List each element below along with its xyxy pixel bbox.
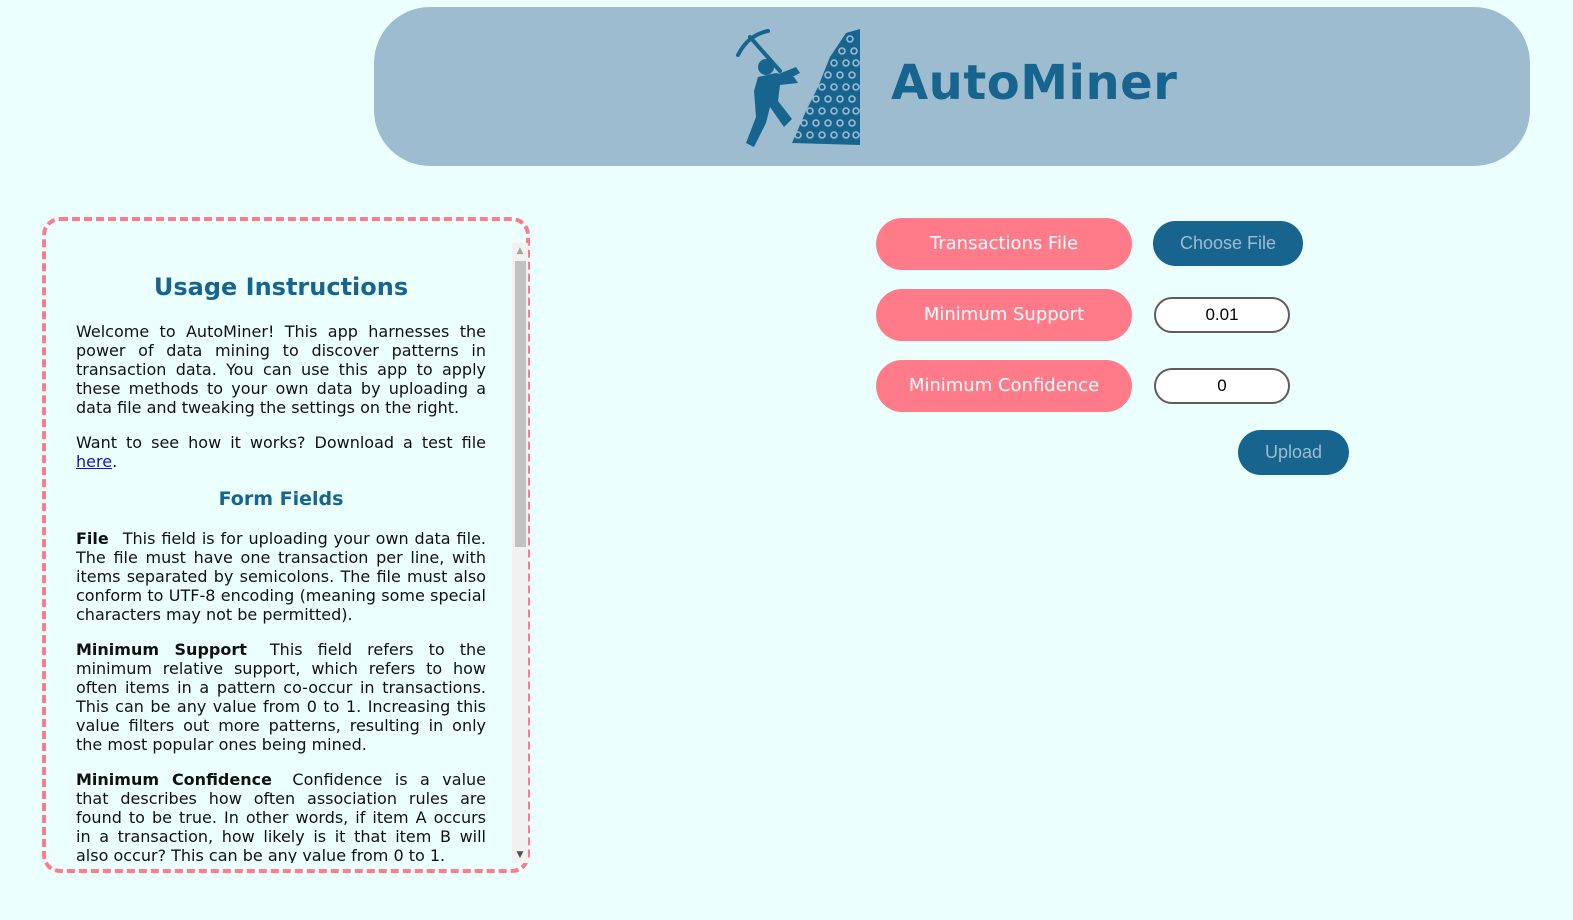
upload-button[interactable]: Upload (1238, 430, 1349, 475)
minimum-confidence-label: Minimum Confidence (876, 360, 1132, 412)
instructions-scrollbar[interactable]: ▲ ▼ (512, 243, 528, 863)
minimum-support-input[interactable] (1154, 297, 1290, 333)
test-file-paragraph: Want to see how it works? Download a tes… (76, 433, 486, 471)
field-text-file: This field is for uploading your own dat… (76, 529, 486, 624)
minimum-confidence-input[interactable] (1154, 368, 1290, 404)
field-name-min-support: Minimum Support (76, 640, 247, 659)
transactions-file-label: Transactions File (876, 218, 1132, 270)
test-file-text: Want to see how it works? Download a tes… (76, 433, 486, 452)
field-description-min-support: Minimum Support This field refers to the… (76, 640, 486, 754)
choose-file-button[interactable]: Choose File (1153, 221, 1303, 266)
scroll-up-arrow-icon[interactable]: ▲ (512, 243, 528, 259)
miner-logo-icon (736, 29, 860, 147)
instructions-panel: Usage Instructions Welcome to AutoMiner!… (42, 217, 530, 873)
scroll-down-arrow-icon[interactable]: ▼ (512, 847, 528, 863)
instructions-title: Usage Instructions (153, 273, 409, 301)
test-file-end: . (112, 452, 118, 471)
field-description-min-confidence: Minimum Confidence Confidence is a value… (76, 770, 486, 863)
field-name-file: File (76, 529, 109, 548)
minimum-support-label: Minimum Support (876, 289, 1132, 341)
field-description-file: File This field is for uploading your ow… (76, 529, 486, 624)
instructions-scroll-area[interactable]: Usage Instructions Welcome to AutoMiner!… (76, 243, 486, 863)
app-title: AutoMiner (891, 55, 1178, 111)
intro-paragraph: Welcome to AutoMiner! This app harnesses… (76, 322, 486, 417)
test-file-link[interactable]: here (76, 452, 112, 471)
app-header: AutoMiner (374, 7, 1530, 166)
scroll-thumb[interactable] (515, 261, 526, 547)
form-fields-heading: Form Fields (218, 488, 344, 510)
field-name-min-confidence: Minimum Confidence (76, 770, 272, 789)
